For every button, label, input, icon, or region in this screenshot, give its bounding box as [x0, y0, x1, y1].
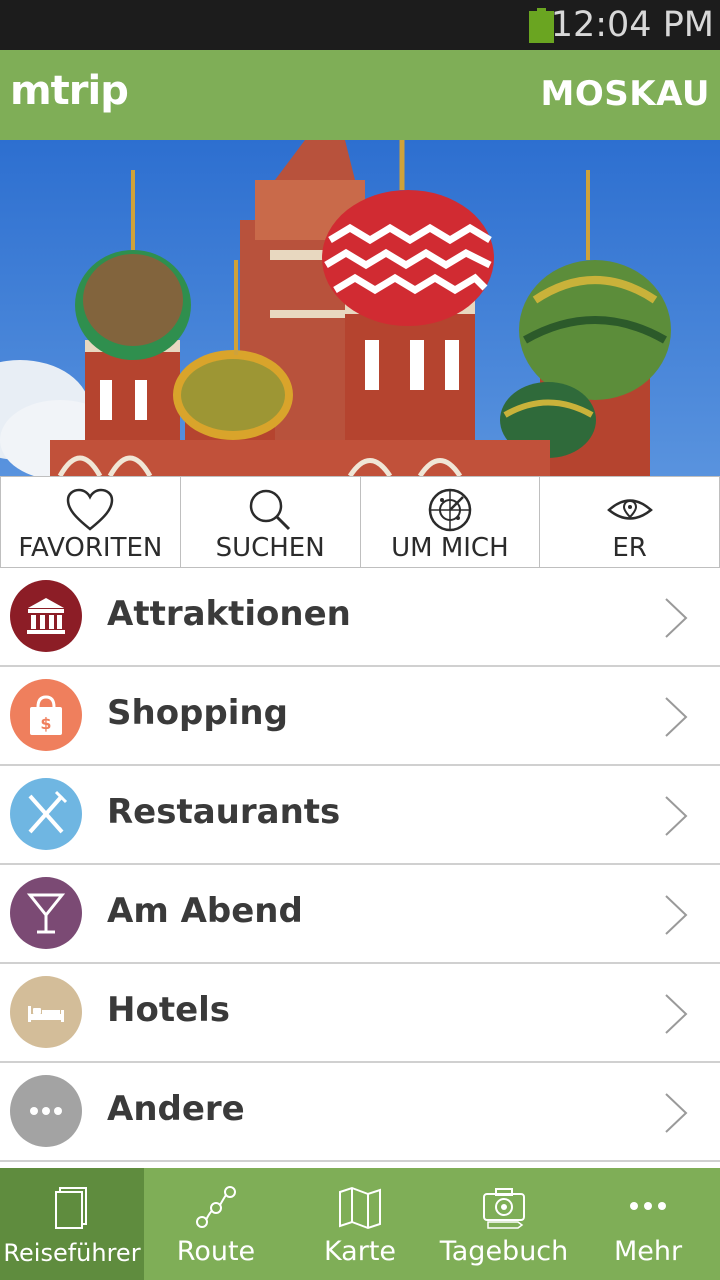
- tab-diary[interactable]: Tagebuch: [432, 1168, 576, 1280]
- fork-knife-icon: [10, 778, 82, 850]
- bed-icon: [10, 976, 82, 1048]
- route-icon: [196, 1186, 236, 1228]
- category-restaurants[interactable]: Restaurants: [0, 766, 720, 865]
- tab-route[interactable]: Route: [144, 1168, 288, 1280]
- bottom-tab-bar: Reiseführer Route Karte Tagebuch Mehr: [0, 1168, 720, 1280]
- chevron-right-icon: [665, 994, 688, 1034]
- search-button[interactable]: SUCHEN: [181, 477, 361, 567]
- tab-label: Route: [176, 1236, 256, 1267]
- category-label: Am Abend: [107, 891, 303, 931]
- radar-icon: [428, 488, 472, 532]
- museum-icon: [10, 580, 82, 652]
- tab-more[interactable]: Mehr: [576, 1168, 720, 1280]
- favorites-button[interactable]: FAVORITEN: [0, 477, 181, 567]
- category-list: Attraktionen $ Shopping Restaurants Am A…: [0, 568, 720, 1162]
- status-bar: 12:04 PM: [0, 0, 720, 50]
- hero-image: [0, 140, 720, 476]
- tab-label: Karte: [323, 1236, 397, 1267]
- chevron-right-icon: [665, 697, 688, 737]
- eye-pin-icon: [606, 499, 653, 520]
- category-label: Shopping: [107, 693, 288, 733]
- chevron-right-icon: [665, 796, 688, 836]
- nearby-label: UM MICH: [391, 533, 509, 563]
- search-icon: [249, 489, 291, 531]
- chevron-right-icon: [665, 598, 688, 638]
- tab-guidebook[interactable]: Reiseführer: [0, 1168, 144, 1280]
- favorites-label: FAVORITEN: [18, 533, 163, 563]
- tab-label: Reiseführer: [3, 1239, 141, 1267]
- status-time: 12:04 PM: [550, 5, 714, 45]
- category-evening[interactable]: Am Abend: [0, 865, 720, 964]
- svg-text:$: $: [40, 714, 51, 733]
- tab-label: Tagebuch: [439, 1236, 569, 1267]
- search-label: SUCHEN: [215, 533, 325, 563]
- more-dots-icon: [10, 1075, 82, 1147]
- category-hotels[interactable]: Hotels: [0, 964, 720, 1063]
- er-button[interactable]: ER: [540, 477, 720, 567]
- city-title[interactable]: MOSKAU: [541, 74, 710, 114]
- er-label: ER: [612, 533, 647, 563]
- category-label: Restaurants: [107, 792, 341, 832]
- tab-map[interactable]: Karte: [288, 1168, 432, 1280]
- app-logo[interactable]: mtrip: [10, 68, 129, 114]
- map-icon: [339, 1186, 381, 1230]
- camera-icon: [483, 1188, 525, 1229]
- nearby-button[interactable]: UM MICH: [361, 477, 541, 567]
- heart-icon: [67, 488, 114, 531]
- quick-action-bar: FAVORITEN SUCHEN UM MICH ER: [0, 476, 720, 568]
- category-other[interactable]: Andere: [0, 1063, 720, 1162]
- cocktail-icon: [10, 877, 82, 949]
- category-attractions[interactable]: Attraktionen: [0, 568, 720, 667]
- category-shopping[interactable]: $ Shopping: [0, 667, 720, 766]
- shopping-bag-icon: $: [10, 679, 82, 751]
- category-label: Andere: [107, 1089, 245, 1129]
- chevron-right-icon: [665, 1093, 688, 1133]
- chevron-right-icon: [665, 895, 688, 935]
- category-label: Attraktionen: [107, 594, 351, 634]
- guidebook-icon: [55, 1187, 87, 1229]
- tab-label: Mehr: [613, 1236, 683, 1267]
- category-label: Hotels: [107, 990, 231, 1030]
- app-bar: mtrip MOSKAU: [0, 50, 720, 140]
- more-dots-icon: [630, 1202, 666, 1210]
